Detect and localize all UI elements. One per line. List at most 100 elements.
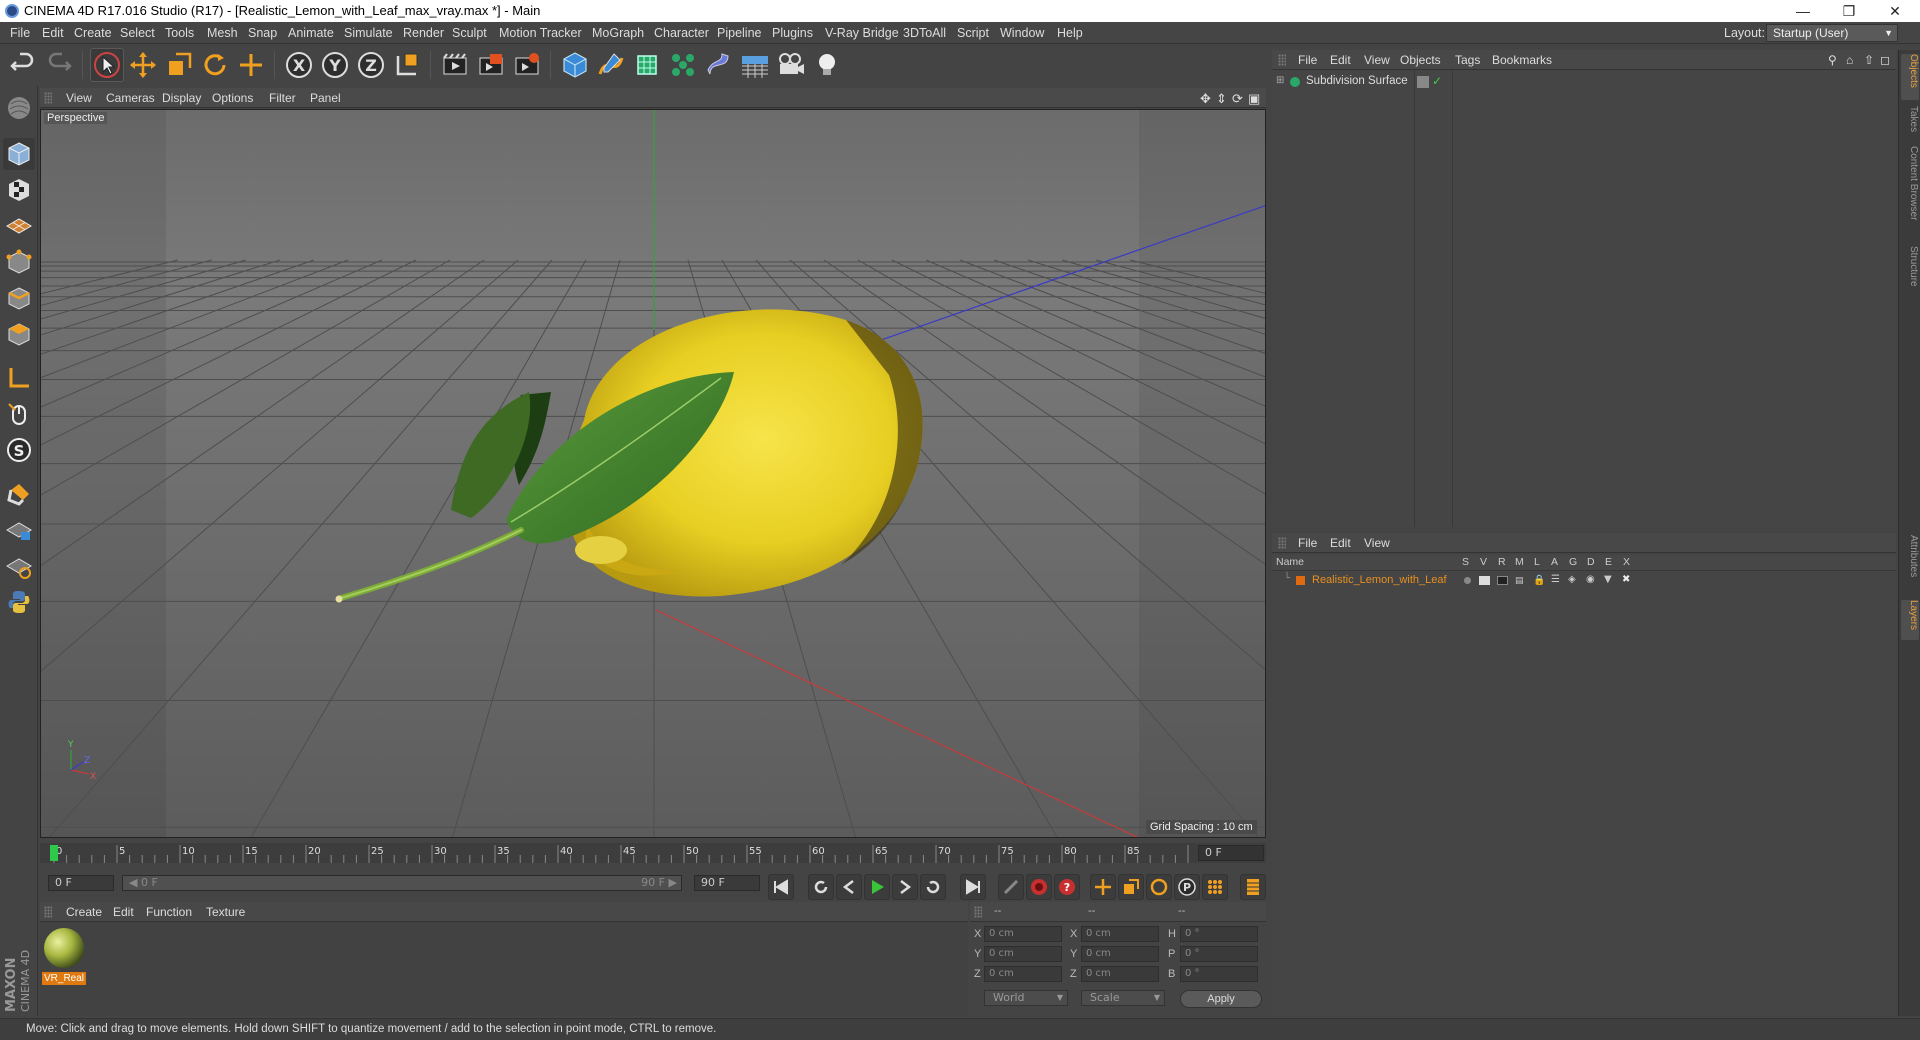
tab-content-browser[interactable]: Content Browser — [1901, 146, 1919, 240]
go-to-start-icon[interactable] — [768, 874, 794, 900]
size-x-field[interactable]: 0 cm — [1081, 926, 1159, 942]
position-x-field[interactable]: 0 cm — [984, 926, 1062, 942]
key-point-level-icon[interactable] — [1202, 874, 1228, 900]
coordinate-system-icon[interactable] — [390, 48, 424, 82]
tab-layers[interactable]: Layers — [1901, 600, 1919, 640]
deformers-toggle-icon[interactable]: ◉ — [1586, 574, 1595, 585]
key-scale-icon[interactable] — [1118, 874, 1144, 900]
menu-edit[interactable]: Edit — [42, 26, 64, 40]
python-icon[interactable] — [3, 586, 35, 618]
close-icon[interactable]: ✕ — [1872, 0, 1918, 22]
restore-icon[interactable]: ❐ — [1826, 0, 1872, 22]
menu-simulate[interactable]: Simulate — [344, 26, 393, 40]
deformer-icon[interactable] — [702, 48, 736, 82]
column-xref[interactable]: X — [1623, 556, 1630, 568]
column-expressions[interactable]: E — [1605, 556, 1612, 568]
menu-3dtoall[interactable]: 3DToAll — [903, 26, 946, 40]
key-parameter-icon[interactable]: P — [1174, 874, 1200, 900]
previous-frame-icon[interactable] — [836, 874, 862, 900]
model-mode-icon[interactable] — [3, 92, 35, 124]
z-axis-icon[interactable]: Z — [354, 48, 388, 82]
object-menu-file[interactable]: File — [1298, 53, 1317, 67]
go-to-end-icon[interactable] — [960, 874, 986, 900]
position-y-field[interactable]: 0 cm — [984, 946, 1062, 962]
menu-animate[interactable]: Animate — [288, 26, 334, 40]
polygons-mode-icon[interactable] — [3, 318, 35, 350]
menu-file[interactable]: File — [10, 26, 30, 40]
lock-toggle-icon[interactable]: 🔒 — [1533, 575, 1545, 586]
viewport-menu-cameras[interactable]: Cameras — [106, 91, 155, 105]
menu-script[interactable]: Script — [957, 26, 989, 40]
layout-dropdown[interactable]: Startup (User) ▼ — [1766, 24, 1898, 42]
tab-takes[interactable]: Takes — [1901, 106, 1919, 140]
layer-color-swatch[interactable] — [1296, 576, 1305, 585]
layer-name[interactable]: Realistic_Lemon_with_Leaf — [1312, 574, 1447, 586]
menu-vray-bridge[interactable]: V-Ray Bridge — [825, 26, 899, 40]
layer-menu-view[interactable]: View — [1364, 536, 1390, 550]
tweak-mode-icon[interactable] — [3, 398, 35, 430]
next-key-icon[interactable] — [920, 874, 946, 900]
viewport-menu-view[interactable]: View — [66, 91, 92, 105]
up-arrow-icon[interactable]: ⇧ — [1864, 53, 1874, 67]
solo-toggle-icon[interactable] — [1464, 577, 1471, 584]
object-row-subdivision-surface[interactable]: ⊞ Subdivision Surface ✓ — [1272, 74, 1896, 92]
edges-mode-icon[interactable] — [3, 282, 35, 314]
scale-icon[interactable] — [162, 48, 196, 82]
workplane-rotate-icon[interactable] — [3, 550, 35, 582]
key-position-icon[interactable] — [1090, 874, 1116, 900]
current-frame-field[interactable]: 0 F — [1198, 845, 1264, 861]
new-view-icon[interactable]: ◻ — [1880, 53, 1890, 67]
size-y-field[interactable]: 0 cm — [1081, 946, 1159, 962]
record-keys-icon[interactable] — [998, 874, 1024, 900]
viewport-maximize-icon[interactable]: ▣ — [1248, 91, 1260, 107]
xref-toggle-icon[interactable]: ✖ — [1622, 574, 1630, 585]
column-manager[interactable]: M — [1515, 556, 1524, 568]
menu-select[interactable]: Select — [120, 26, 155, 40]
light-icon[interactable] — [810, 48, 844, 82]
coordinate-space-dropdown[interactable]: World ▼ — [984, 990, 1068, 1006]
menu-plugins[interactable]: Plugins — [772, 26, 813, 40]
expand-icon[interactable]: ⊞ — [1276, 75, 1284, 86]
tab-attributes[interactable]: Attributes — [1901, 535, 1919, 595]
material-menu-function[interactable]: Function — [146, 905, 192, 919]
pen-spline-icon[interactable] — [594, 48, 628, 82]
viewport-menu-display[interactable]: Display — [162, 91, 201, 105]
workplane-mode-icon[interactable] — [3, 210, 35, 242]
viewport-zoom-icon[interactable]: ⇕ — [1216, 91, 1227, 107]
end-frame-field[interactable]: 90 F — [694, 875, 760, 891]
perspective-viewport[interactable]: Y X Z — [40, 109, 1266, 838]
timeline-ruler[interactable]: 051015202530354045505560657075808590 — [40, 843, 1266, 863]
undo-icon[interactable] — [6, 48, 40, 82]
minimize-icon[interactable]: — — [1780, 0, 1826, 22]
menu-tools[interactable]: Tools — [165, 26, 194, 40]
object-menu-tags[interactable]: Tags — [1455, 53, 1480, 67]
menu-window[interactable]: Window — [1000, 26, 1044, 40]
next-frame-icon[interactable] — [892, 874, 918, 900]
render-picture-viewer-icon[interactable] — [474, 48, 508, 82]
column-generators[interactable]: G — [1569, 556, 1577, 568]
menu-sculpt[interactable]: Sculpt — [452, 26, 487, 40]
key-rotation-icon[interactable] — [1146, 874, 1172, 900]
cloner-icon[interactable] — [666, 48, 700, 82]
viewport-move-icon[interactable]: ✥ — [1200, 91, 1211, 107]
layer-row[interactable]: └ Realistic_Lemon_with_Leaf ▤ 🔒 ☰ ◈ ◉ ▼ … — [1272, 573, 1896, 589]
size-z-field[interactable]: 0 cm — [1081, 966, 1159, 982]
tab-structure[interactable]: Structure — [1901, 246, 1919, 302]
menu-pipeline[interactable]: Pipeline — [717, 26, 761, 40]
visibility-toggle-icon[interactable] — [1417, 76, 1429, 88]
material-menu-create[interactable]: Create — [66, 905, 102, 919]
previous-key-icon[interactable] — [808, 874, 834, 900]
axis-mode-icon[interactable] — [3, 362, 35, 394]
rotation-b-field[interactable]: 0 ° — [1180, 966, 1258, 982]
cube-icon[interactable] — [558, 48, 592, 82]
menu-snap[interactable]: Snap — [248, 26, 277, 40]
position-z-field[interactable]: 0 cm — [984, 966, 1062, 982]
snapping-magnet-icon[interactable] — [3, 478, 35, 510]
start-frame-field[interactable]: 0 F — [48, 875, 114, 891]
tab-objects[interactable]: Objects — [1901, 54, 1919, 100]
viewport-rotate-icon[interactable]: ⟳ — [1232, 91, 1243, 107]
layer-menu-file[interactable]: File — [1298, 536, 1317, 550]
transform-icon[interactable] — [234, 48, 268, 82]
object-menu-bookmarks[interactable]: Bookmarks — [1492, 53, 1552, 67]
lock-workplane-icon[interactable] — [3, 514, 35, 546]
